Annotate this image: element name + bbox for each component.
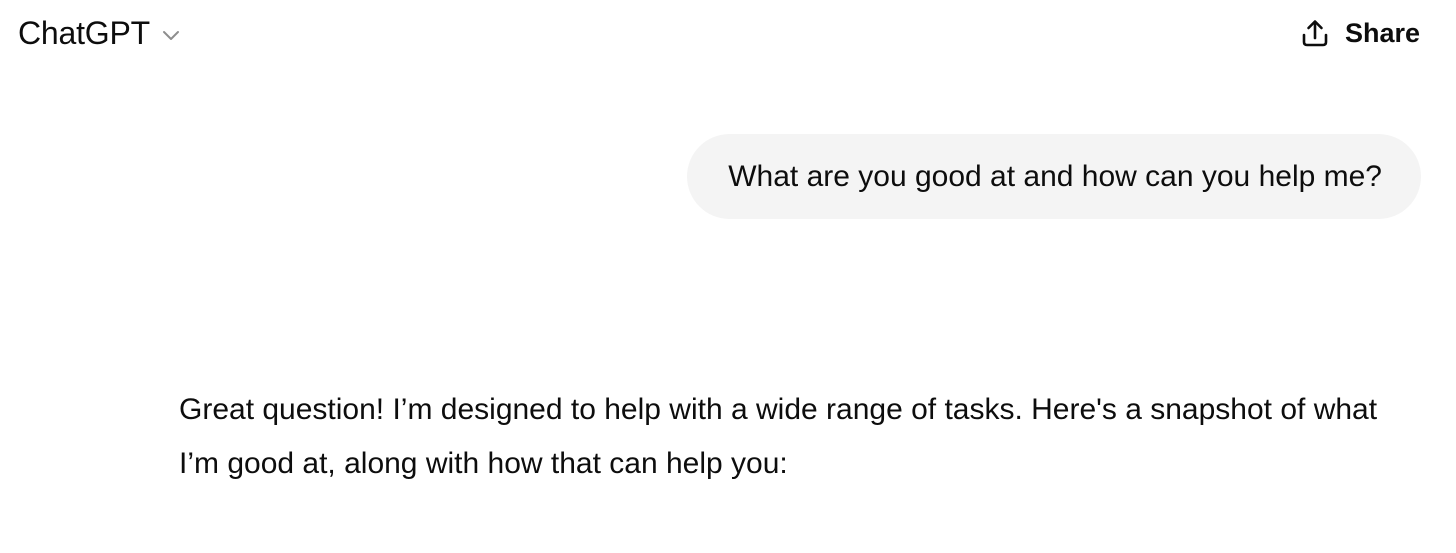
user-message-text: What are you good at and how can you hel…: [728, 159, 1382, 193]
share-icon: [1299, 17, 1331, 49]
share-button[interactable]: Share: [1299, 13, 1420, 53]
user-message-bubble: What are you good at and how can you hel…: [687, 134, 1421, 219]
chevron-down-icon: [160, 24, 182, 46]
model-selector[interactable]: ChatGPT: [18, 13, 182, 53]
model-name: ChatGPT: [18, 15, 150, 51]
assistant-message: Great question! I’m designed to help wit…: [179, 383, 1409, 491]
top-bar: ChatGPT Share: [0, 0, 1456, 66]
assistant-message-text: Great question! I’m designed to help wit…: [179, 393, 1378, 480]
share-label: Share: [1344, 18, 1420, 48]
chat-page: ChatGPT Share What are you good at and h…: [0, 0, 1456, 553]
